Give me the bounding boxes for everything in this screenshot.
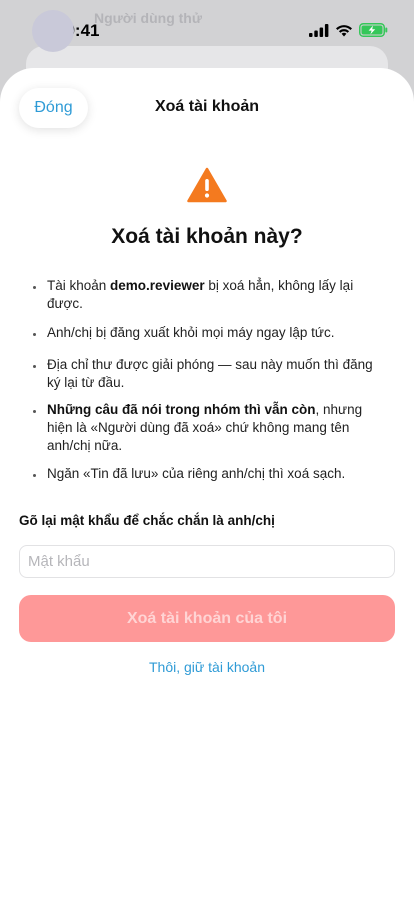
status-icons <box>309 23 388 37</box>
background-avatar <box>32 10 74 52</box>
wifi-icon <box>336 24 352 36</box>
cellular-signal-icon <box>309 23 329 37</box>
bullet-dot <box>33 286 36 289</box>
background-page-text: Người dùng thử <box>94 10 202 26</box>
list-item: Địa chỉ thư được giải phóng — sau này mu… <box>33 356 373 392</box>
list-item: Anh/chị bị đăng xuất khỏi mọi máy ngay l… <box>33 324 373 342</box>
bullet-text: Ngăn «Tin đã lưu» của riêng anh/chị thì … <box>47 466 346 481</box>
bullet-bold-text: demo.reviewer <box>110 278 205 293</box>
keep-account-button[interactable]: Thôi, giữ tài khoản <box>0 659 414 675</box>
consequence-list: Tài khoản demo.reviewer bị xoá hẳn, khôn… <box>33 277 373 493</box>
warning-triangle-icon <box>187 167 227 203</box>
bullet-dot <box>33 365 36 368</box>
list-item: Tài khoản demo.reviewer bị xoá hẳn, khôn… <box>33 277 373 313</box>
bullet-bold-text: Những câu đã nói trong nhóm thì vẫn còn <box>47 402 316 417</box>
bullet-text: Anh/chị bị đăng xuất khỏi mọi máy ngay l… <box>47 325 335 340</box>
bullet-text: Địa chỉ thư được giải phóng — sau này mu… <box>47 357 373 390</box>
list-item: Những câu đã nói trong nhóm thì vẫn còn,… <box>33 401 373 455</box>
battery-charging-icon <box>359 23 388 37</box>
delete-account-button[interactable]: Xoá tài khoản của tôi <box>19 595 395 642</box>
password-field[interactable] <box>19 545 395 578</box>
delete-account-sheet: Đóng Xoá tài khoản Xoá tài khoản này? Tà… <box>0 68 414 900</box>
sheet-title: Xoá tài khoản <box>154 98 260 115</box>
list-item: Ngăn «Tin đã lưu» của riêng anh/chị thì … <box>33 465 373 483</box>
warning-heading: Xoá tài khoản này? <box>111 225 303 248</box>
bullet-dot <box>33 474 36 477</box>
bullet-text: Tài khoản <box>47 278 111 293</box>
password-label: Gõ lại mật khẩu để chắc chắn là anh/chị <box>19 513 275 528</box>
bullet-dot <box>33 333 36 336</box>
bullet-dot <box>33 410 36 413</box>
